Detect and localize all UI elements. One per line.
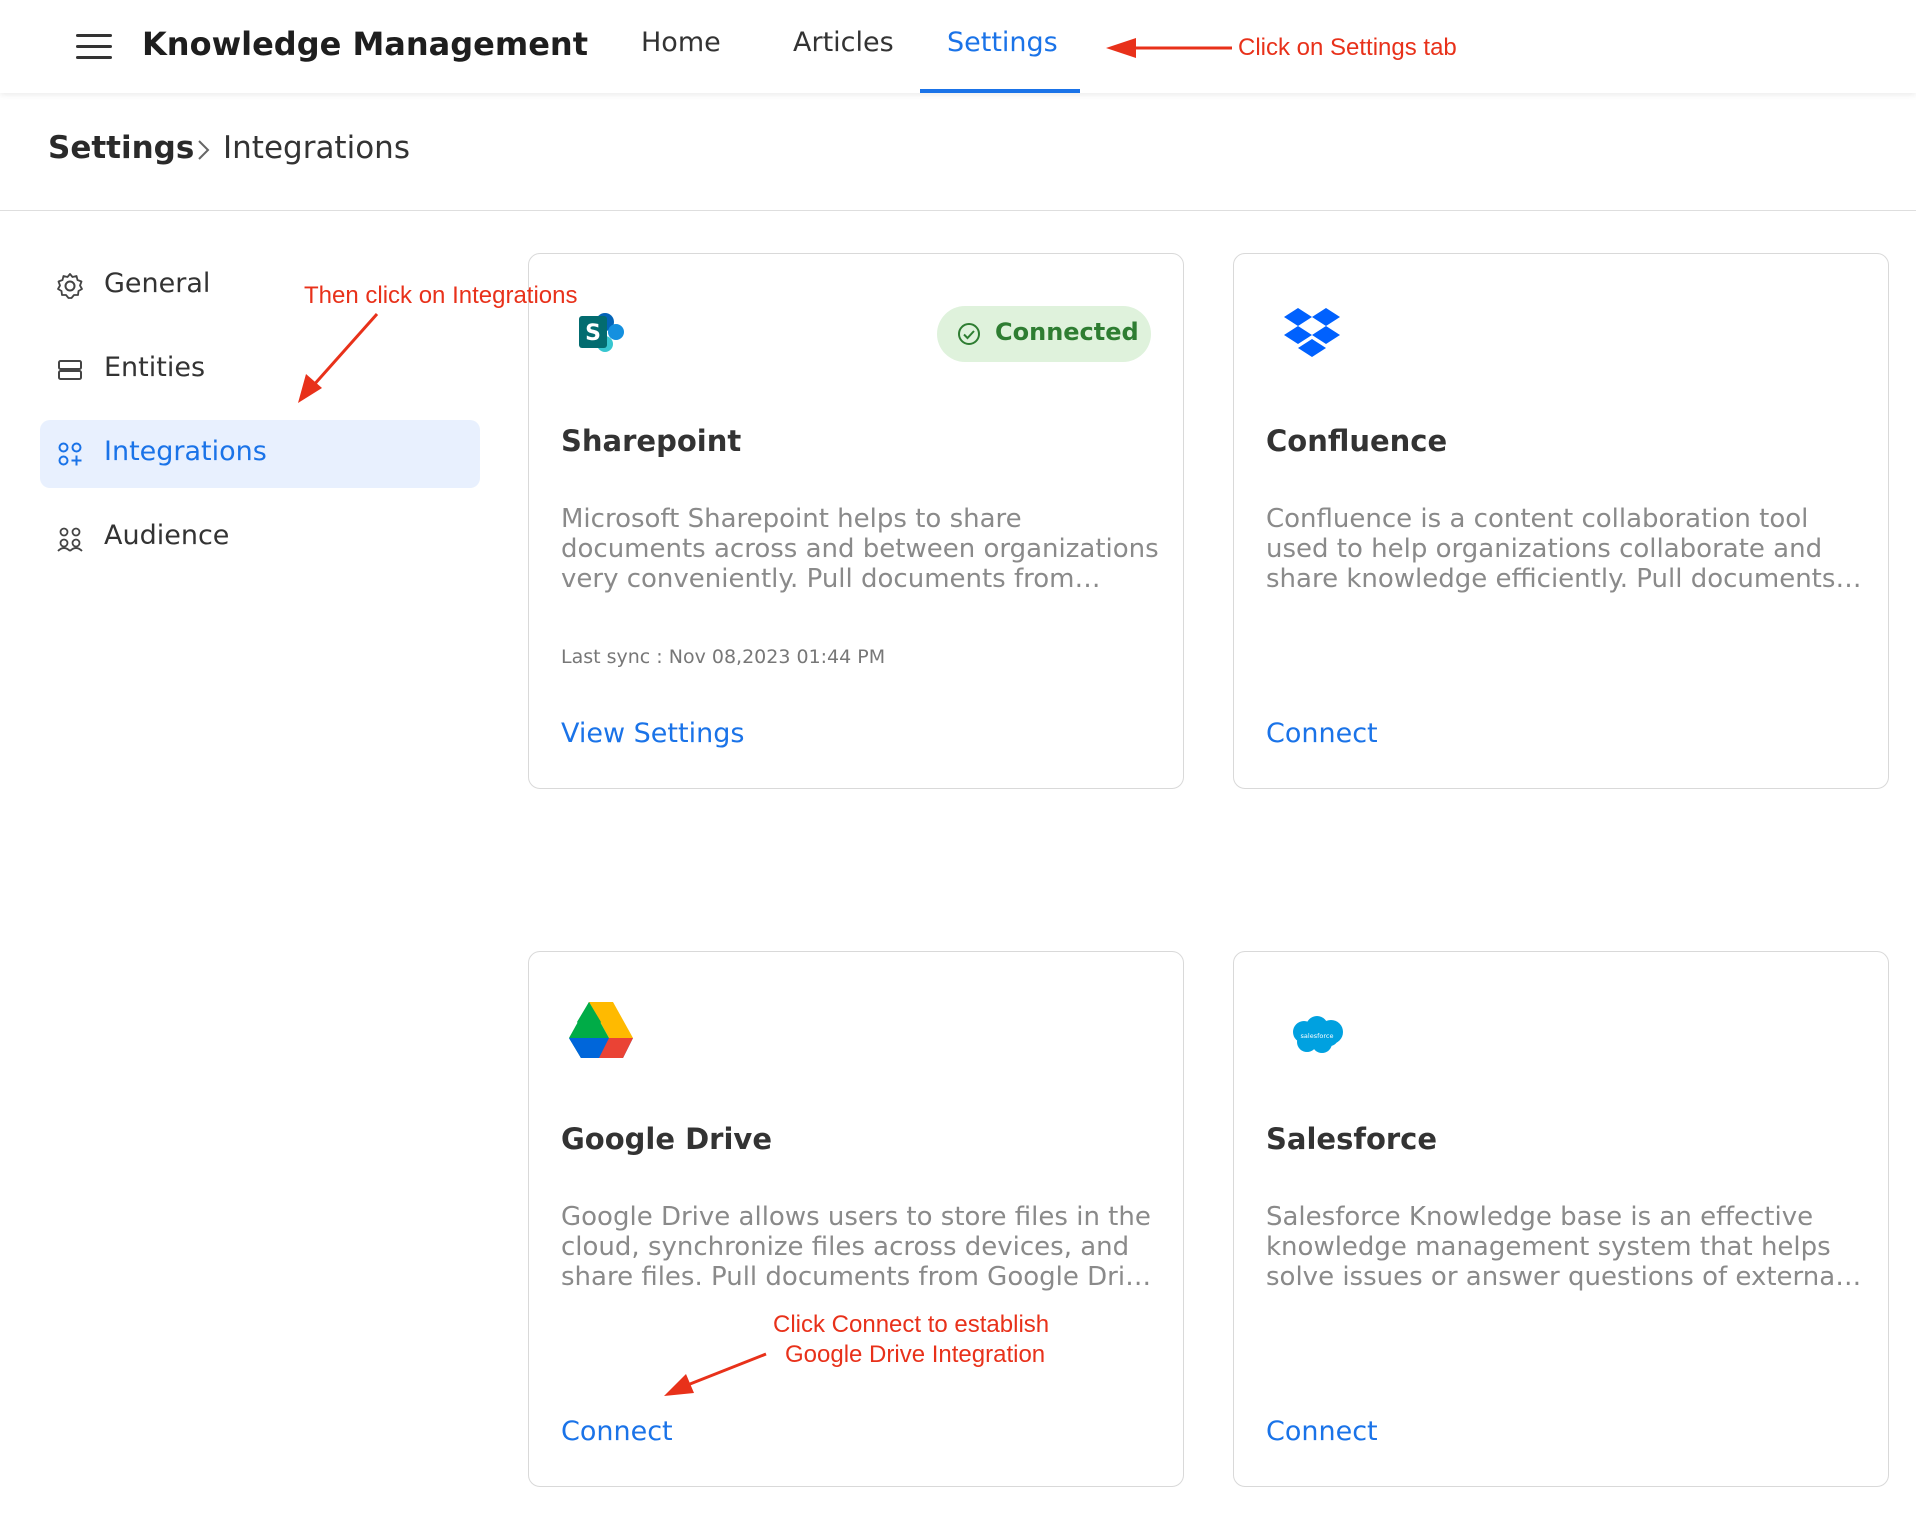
view-settings-button[interactable]: View Settings [561, 718, 744, 749]
connect-button[interactable]: Connect [1266, 718, 1378, 749]
integration-card-sharepoint: S Connected Sharepoint Microsoft Sharepo… [528, 253, 1184, 789]
card-description: Salesforce Knowledge base is an effectiv… [1266, 1202, 1843, 1292]
salesforce-logo-text: salesforce [1301, 1032, 1334, 1040]
sidebar-item-integrations[interactable]: Integrations [40, 420, 480, 488]
tab-home[interactable]: Home [641, 27, 721, 58]
sidebar-item-audience[interactable]: Audience [40, 504, 480, 572]
check-circle-icon [958, 323, 980, 345]
card-title: Sharepoint [561, 424, 742, 458]
sidebar-item-label: Integrations [104, 436, 267, 467]
integration-card-salesforce: salesforce Salesforce Salesforce Knowled… [1233, 951, 1889, 1487]
annotation-connect-line2: Google Drive Integration [785, 1341, 1046, 1368]
last-sync-info: Last sync : Nov 08,2023 01:44 PM [561, 646, 885, 668]
svg-text:S: S [585, 321, 601, 346]
card-title: Salesforce [1266, 1122, 1438, 1156]
integration-card-google-drive: Google Drive Google Drive allows users t… [528, 951, 1184, 1487]
card-description: Confluence is a content collaboration to… [1266, 504, 1836, 594]
card-description: Microsoft Sharepoint helps to share docu… [561, 504, 1159, 594]
sidebar-item-entities[interactable]: Entities [40, 336, 480, 404]
tab-settings[interactable]: Settings [947, 27, 1058, 58]
status-badge: Connected [937, 306, 1151, 362]
sidebar-item-label: Audience [104, 520, 230, 551]
chevron-right-icon [198, 140, 210, 160]
app-title: Knowledge Management [142, 25, 588, 63]
breadcrumb-current: Integrations [223, 130, 410, 166]
connect-button[interactable]: Connect [1266, 1416, 1378, 1447]
sharepoint-logo-icon: S [579, 313, 624, 352]
salesforce-logo-icon: salesforce [1293, 1016, 1343, 1053]
annotation-connect-line1: Click Connect to establish [773, 1311, 1050, 1338]
tab-articles[interactable]: Articles [793, 27, 894, 58]
gear-icon [57, 273, 83, 299]
annotation-integrations: Then click on Integrations [304, 282, 578, 309]
last-sync-label: Last sync : [561, 646, 663, 668]
header-divider [0, 210, 1916, 211]
connect-button[interactable]: Connect [561, 1416, 673, 1447]
google-drive-logo-icon [569, 1002, 633, 1058]
card-description: Google Drive allows users to store files… [561, 1202, 1157, 1292]
top-navigation-bar: Knowledge Management Home Articles Setti… [0, 0, 1916, 93]
annotation-settings-tab: Click on Settings tab [1238, 34, 1457, 61]
sidebar-item-label: General [104, 268, 211, 299]
card-title: Confluence [1266, 424, 1448, 458]
layers-icon [58, 360, 82, 380]
integration-card-confluence: Confluence Confluence is a content colla… [1233, 253, 1889, 789]
integrations-icon [58, 442, 82, 466]
active-tab-indicator [920, 89, 1080, 93]
sidebar-item-label: Entities [104, 352, 206, 383]
dropbox-logo-icon [1284, 308, 1340, 357]
card-title: Google Drive [561, 1122, 773, 1156]
hamburger-menu-icon[interactable] [76, 34, 112, 60]
people-icon [57, 527, 83, 552]
breadcrumb-root[interactable]: Settings [48, 130, 194, 166]
status-badge-label: Connected [995, 318, 1139, 346]
last-sync-value: Nov 08,2023 01:44 PM [668, 646, 886, 668]
